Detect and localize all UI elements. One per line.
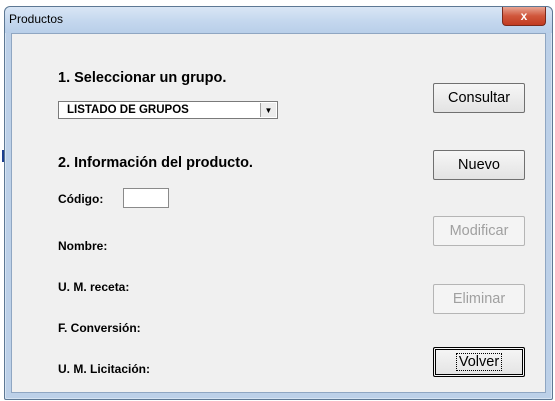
close-button[interactable]: x [502, 7, 546, 26]
modificar-button-label: Modificar [449, 223, 509, 239]
eliminar-button[interactable]: Eliminar [433, 284, 525, 314]
group-select[interactable]: LISTADO DE GRUPOS ▼ [58, 101, 278, 119]
consultar-button[interactable]: Consultar [433, 83, 525, 113]
nuevo-button-label: Nuevo [458, 157, 500, 173]
title-bar[interactable]: Productos x [5, 7, 552, 33]
nuevo-button[interactable]: Nuevo [433, 150, 525, 180]
codigo-label: Código: [58, 192, 104, 206]
section-product-info-heading: 2. Información del producto. [58, 155, 253, 171]
volver-button-label: Volver [455, 353, 503, 371]
productos-dialog: Productos x 1. Seleccionar un grupo. LIS… [4, 6, 553, 400]
eliminar-button-label: Eliminar [452, 291, 506, 307]
nombre-label: Nombre: [58, 239, 108, 253]
window-title: Productos [9, 12, 64, 26]
codigo-input[interactable] [123, 188, 169, 208]
dialog-body: 1. Seleccionar un grupo. LISTADO DE GRUP… [11, 33, 546, 393]
volver-button[interactable]: Volver [433, 347, 525, 377]
um-receta-label: U. M. receta: [58, 280, 130, 294]
close-icon: x [520, 9, 528, 23]
chevron-down-icon[interactable]: ▼ [260, 103, 276, 117]
factor-conversion-label: F. Conversión: [58, 321, 141, 335]
group-select-value: LISTADO DE GRUPOS [67, 104, 189, 116]
um-licitacion-label: U. M. Licitación: [58, 362, 151, 376]
section-select-group-heading: 1. Seleccionar un grupo. [58, 70, 227, 86]
modificar-button[interactable]: Modificar [433, 216, 525, 246]
consultar-button-label: Consultar [447, 90, 511, 106]
